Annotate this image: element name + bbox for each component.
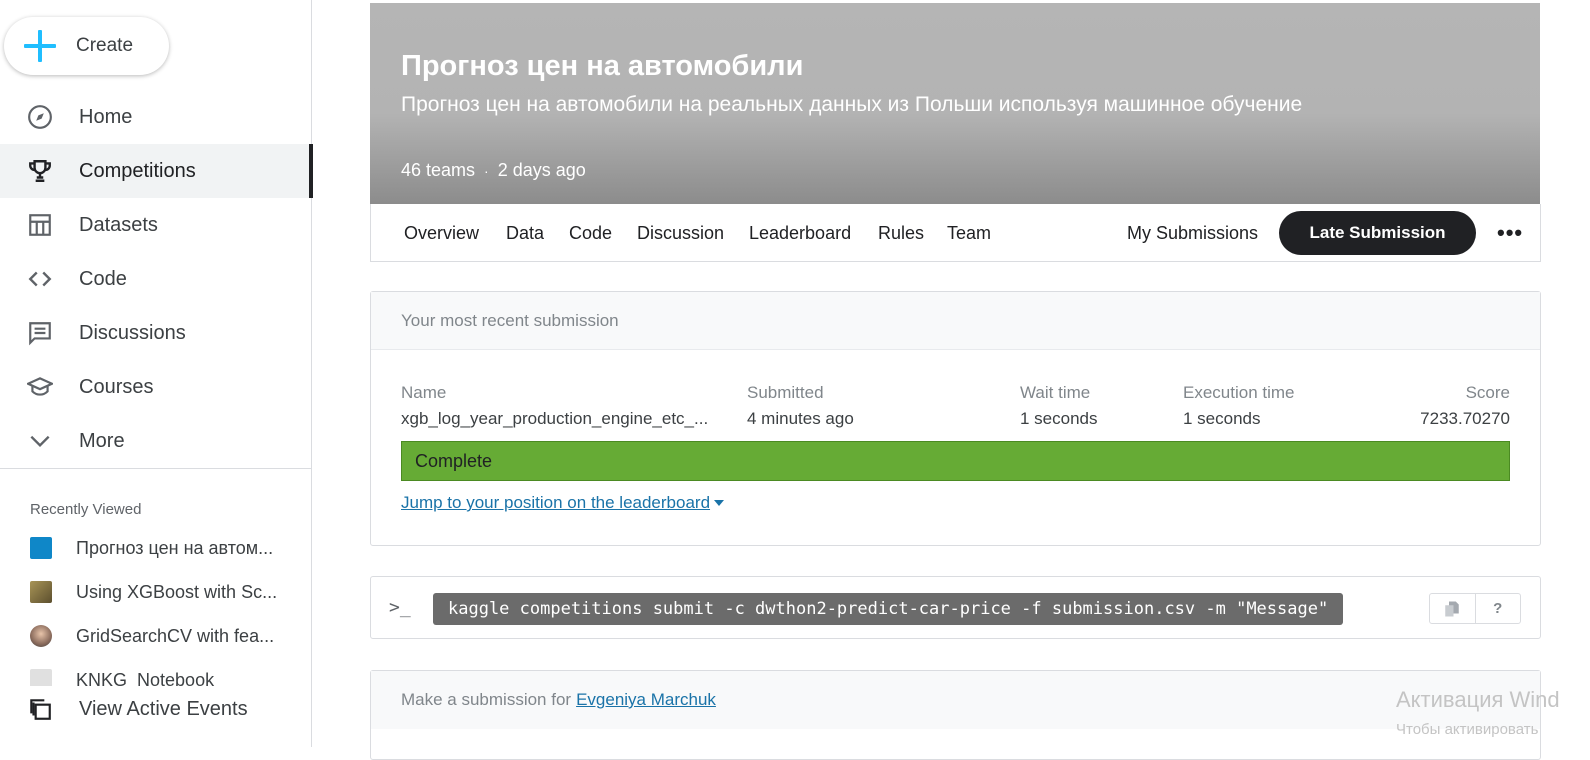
recent-submission-header: Your most recent submission (371, 292, 1540, 350)
sidebar-nav: Home Competitions Datasets Code Discussi… (0, 90, 313, 468)
tab-rules[interactable]: Rules (878, 223, 924, 244)
sidebar-item-label: Courses (79, 375, 154, 398)
score-label: Score (1465, 383, 1510, 402)
code-icon (26, 265, 54, 293)
sidebar-item-label: Competitions (79, 159, 196, 182)
sidebar-item-home[interactable]: Home (0, 90, 311, 144)
watermark-line-2: Чтобы активировать (1396, 721, 1539, 738)
sidebar-item-more[interactable]: More (0, 414, 311, 468)
jump-link-label: Jump to your position on the leaderboard (401, 493, 711, 512)
sidebar-item-code[interactable]: Code (0, 252, 311, 306)
recent-item[interactable]: Прогноз цен на автом... (0, 526, 311, 570)
command-tools: ? (1429, 593, 1521, 624)
teams-count: 46 teams (401, 160, 476, 180)
recent-item-label: Прогноз цен на автом... (76, 537, 274, 558)
view-active-events-button[interactable]: View Active Events (0, 686, 311, 732)
watermark-line-1: Активация Wind (1396, 687, 1560, 712)
terminal-icon: >_ (389, 597, 411, 618)
competition-subtitle: Прогноз цен на автомобили на реальных да… (401, 93, 1303, 116)
competition-title: Прогноз цен на автомобили (401, 50, 804, 82)
sidebar: Create Home Competitions Datasets Code D… (0, 0, 313, 747)
submission-name-column: Name xgb_log_year_production_engine_etc_… (401, 383, 708, 429)
status-badge: Complete (401, 441, 1510, 481)
notebook-thumbnail (30, 581, 52, 603)
view-active-events-label: View Active Events (79, 697, 248, 720)
trophy-icon (26, 157, 54, 185)
create-label: Create (76, 35, 134, 56)
recent-item-label: Using XGBoost with Sc... (76, 581, 278, 602)
recent-item-label: KNKG_Notebook (76, 669, 215, 687)
create-button[interactable]: Create (4, 17, 169, 75)
submission-name: xgb_log_year_production_engine_etc_... (401, 409, 709, 428)
sidebar-divider (0, 468, 311, 469)
caret-down-icon (714, 500, 725, 506)
name-label: Name (401, 383, 447, 402)
sidebar-item-discussions[interactable]: Discussions (0, 306, 311, 360)
recent-item[interactable]: KNKG_Notebook (0, 658, 311, 686)
sidebar-item-label: Discussions (79, 321, 186, 344)
competition-meta: 46 teams · 2 days ago (401, 160, 586, 181)
avatar (30, 625, 52, 647)
tab-data[interactable]: Data (506, 223, 544, 244)
sidebar-item-competitions[interactable]: Competitions (0, 144, 313, 198)
submitted-value: 4 minutes ago (747, 409, 854, 428)
tab-team[interactable]: Team (947, 223, 991, 244)
api-command-text[interactable]: kaggle competitions submit -c dwthon2-pr… (433, 593, 1344, 625)
chat-icon (26, 319, 54, 347)
submitted-label: Submitted (747, 383, 824, 402)
make-submission-prefix: Make a submission for (401, 690, 572, 709)
updated-time: 2 days ago (497, 160, 586, 180)
sidebar-item-label: More (79, 429, 125, 452)
wait-time-label: Wait time (1020, 383, 1091, 402)
chevron-down-icon (26, 427, 54, 455)
sidebar-item-label: Datasets (79, 213, 158, 236)
tab-discussion[interactable]: Discussion (637, 223, 724, 244)
graduation-cap-icon (26, 373, 54, 401)
tab-code[interactable]: Code (569, 223, 612, 244)
competition-header: Прогноз цен на автомобили Прогноз цен на… (370, 3, 1540, 204)
tab-overview[interactable]: Overview (404, 223, 479, 244)
plus-icon (22, 28, 58, 64)
notebook-thumbnail (30, 669, 52, 686)
windows-activation-watermark: Активация Wind Чтобы активировать (1396, 687, 1560, 738)
recently-viewed-list: Прогноз цен на автом... Using XGBoost wi… (0, 526, 311, 686)
execution-time-label: Execution time (1183, 383, 1295, 402)
score-value: 7233.70270 (1420, 409, 1510, 428)
execution-time-value: 1 seconds (1183, 409, 1261, 428)
table-icon (26, 211, 54, 239)
my-submissions-link[interactable]: My Submissions (1127, 223, 1258, 244)
help-icon[interactable]: ? (1474, 594, 1521, 623)
meta-separator: · (484, 162, 489, 179)
jump-to-leaderboard-link[interactable]: Jump to your position on the leaderboard (401, 493, 725, 513)
more-options-icon[interactable]: ••• (1497, 220, 1523, 246)
api-command-card: >_ kaggle competitions submit -c dwthon2… (370, 576, 1541, 639)
submitted-column: Submitted 4 minutes ago (747, 383, 854, 429)
recent-item[interactable]: GridSearchCV with fea... (0, 614, 311, 658)
copy-stack-icon (26, 695, 54, 723)
sidebar-item-label: Home (79, 105, 133, 128)
sidebar-item-datasets[interactable]: Datasets (0, 198, 311, 252)
recent-submission-card: Your most recent submission Name xgb_log… (370, 291, 1541, 546)
sidebar-item-label: Code (79, 267, 127, 290)
recent-item-label: GridSearchCV with fea... (76, 625, 275, 646)
user-profile-link[interactable]: Evgeniya Marchuk (576, 690, 716, 710)
late-submission-button[interactable]: Late Submission (1279, 211, 1476, 255)
execution-time-column: Execution time 1 seconds (1183, 383, 1295, 429)
recently-viewed-title: Recently Viewed (30, 501, 142, 518)
compass-icon (26, 103, 54, 131)
recent-item[interactable]: Using XGBoost with Sc... (0, 570, 311, 614)
wait-time-value: 1 seconds (1020, 409, 1098, 428)
sidebar-item-courses[interactable]: Courses (0, 360, 311, 414)
copy-icon[interactable] (1430, 594, 1475, 623)
competition-tabs: Overview Data Code Discussion Leaderboar… (370, 204, 1541, 262)
tab-leaderboard[interactable]: Leaderboard (749, 223, 851, 244)
score-column: Score 7233.70270 (1420, 383, 1510, 429)
make-submission-header: Make a submission for Evgeniya Marchuk (371, 671, 1540, 729)
competition-thumbnail (30, 537, 52, 559)
wait-time-column: Wait time 1 seconds (1020, 383, 1098, 429)
